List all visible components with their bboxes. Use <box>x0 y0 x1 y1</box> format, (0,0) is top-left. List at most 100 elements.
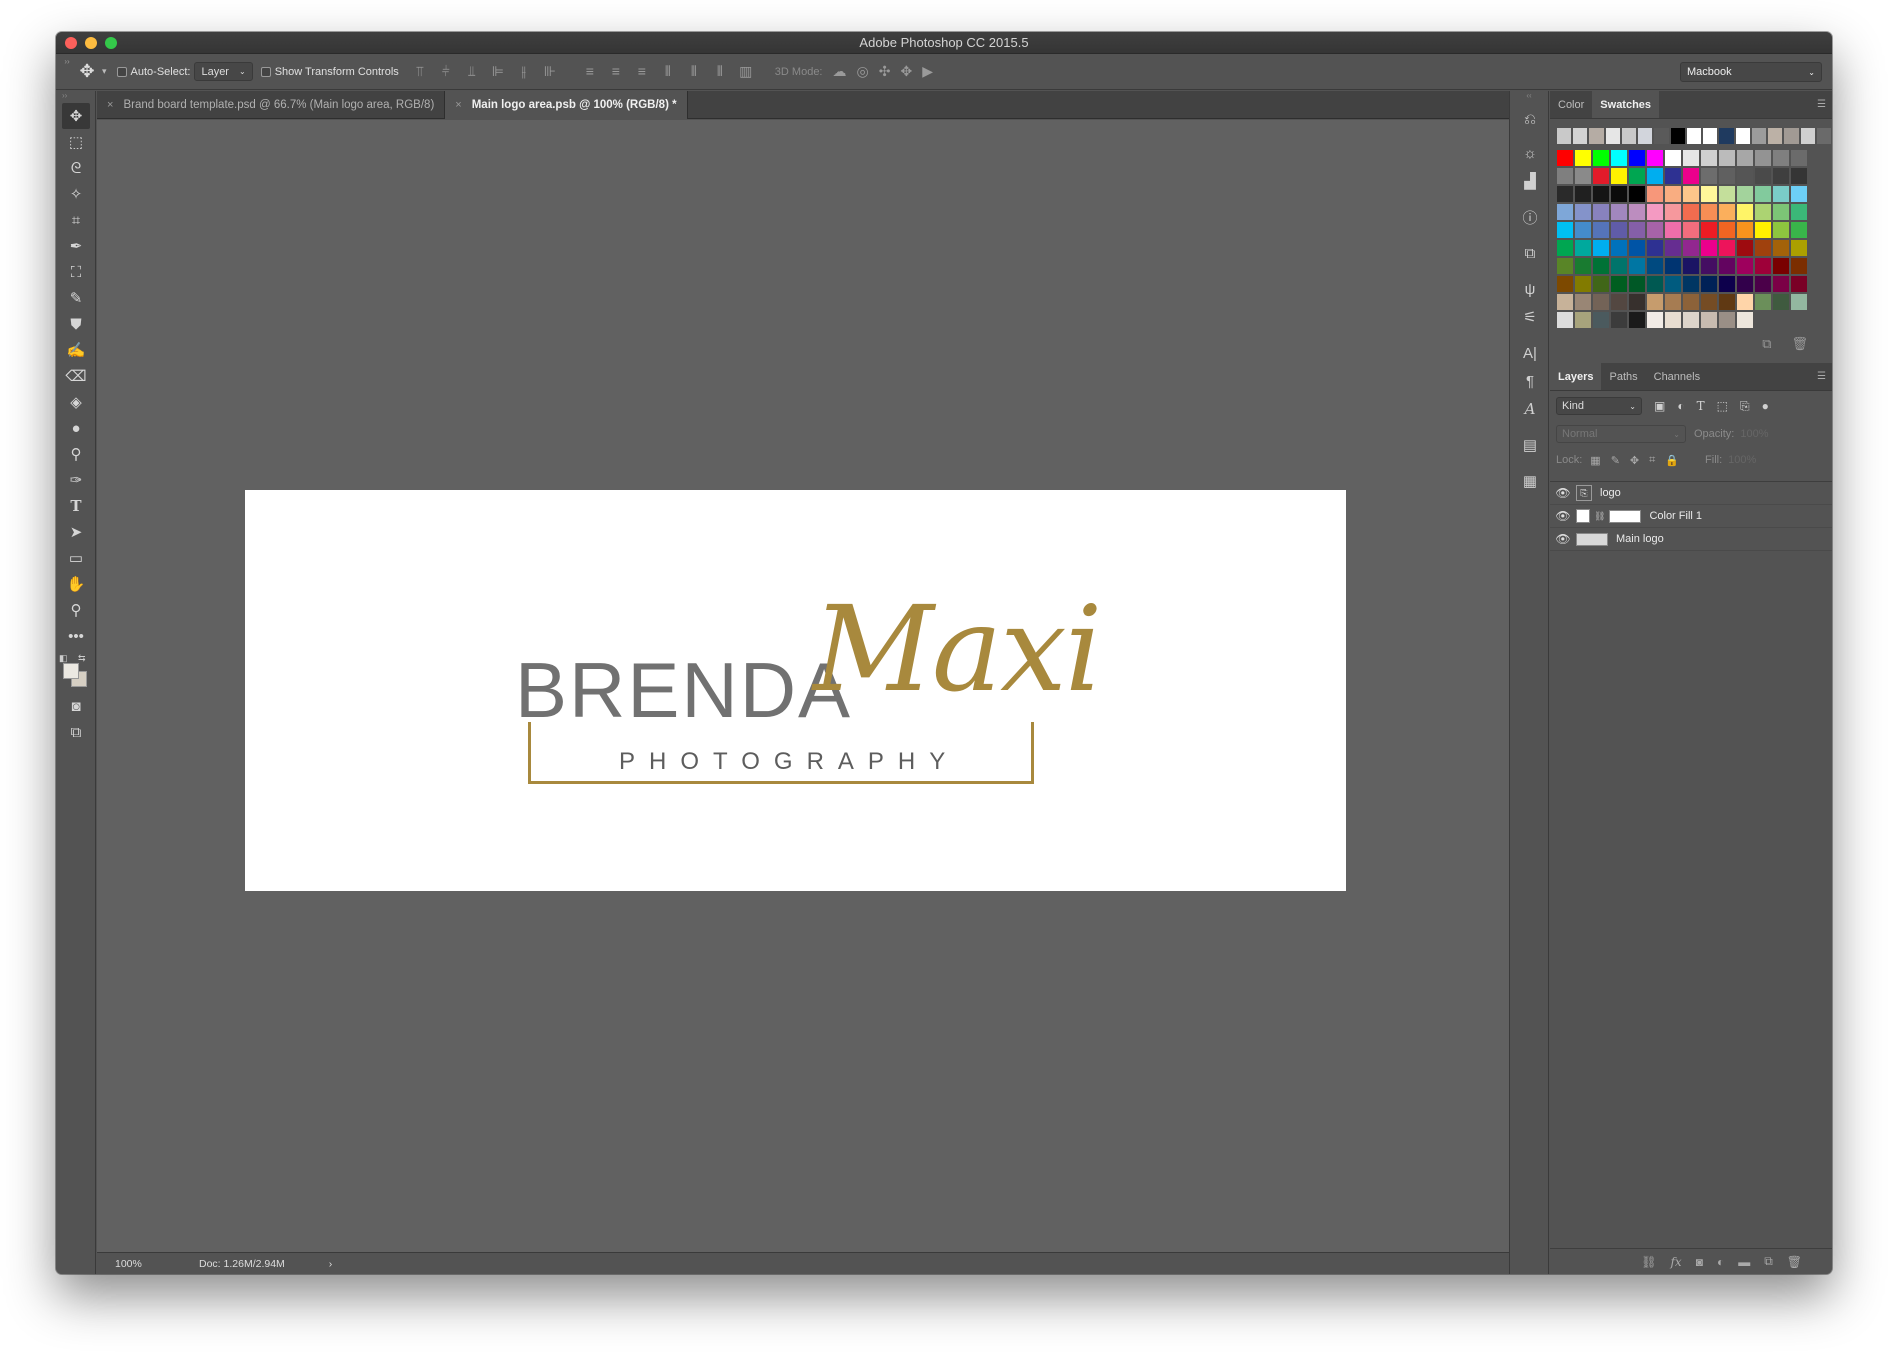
swatch[interactable] <box>1588 127 1605 145</box>
layer-row[interactable]: 👁 ⛓ Color Fill 1 <box>1550 505 1832 528</box>
swatch[interactable] <box>1610 275 1628 293</box>
swatch[interactable] <box>1556 311 1574 329</box>
swatch[interactable] <box>1736 203 1754 221</box>
new-layer-icon[interactable]: ⧉ <box>1764 1254 1773 1269</box>
panel-menu-icon[interactable]: ☰ <box>1817 371 1826 382</box>
character-panel-icon[interactable]: A| <box>1510 339 1550 367</box>
adjustments-panel-icon[interactable]: ▦ <box>1510 467 1550 495</box>
swatch[interactable] <box>1628 311 1646 329</box>
document-tab[interactable]: × Brand board template.psd @ 66.7% (Main… <box>97 91 446 119</box>
swatch[interactable] <box>1700 239 1718 257</box>
visibility-eye-icon[interactable]: 👁 <box>1550 486 1576 500</box>
distribute-left-icon[interactable]: ⦀ <box>659 63 677 80</box>
glyphs-panel-icon[interactable]: A <box>1510 395 1550 423</box>
swatch[interactable] <box>1646 221 1664 239</box>
new-group-icon[interactable]: ▬ <box>1738 1255 1750 1269</box>
swatch[interactable] <box>1628 275 1646 293</box>
swatch[interactable] <box>1628 167 1646 185</box>
align-right-icon[interactable]: ⊪ <box>541 63 559 80</box>
swatch[interactable] <box>1646 257 1664 275</box>
swatch[interactable] <box>1682 221 1700 239</box>
swatch[interactable] <box>1556 239 1574 257</box>
close-tab-icon[interactable]: × <box>107 99 113 111</box>
swatch[interactable] <box>1556 149 1574 167</box>
swatch[interactable] <box>1700 275 1718 293</box>
move-tool-preset-icon[interactable]: ✥ <box>72 61 102 82</box>
swatch[interactable] <box>1574 239 1592 257</box>
swatch[interactable] <box>1783 127 1800 145</box>
swatch[interactable] <box>1790 221 1808 239</box>
swatch[interactable] <box>1664 257 1682 275</box>
swatch[interactable] <box>1700 293 1718 311</box>
lock-artboard-icon[interactable]: ⌗ <box>1649 454 1655 467</box>
filter-kind-dropdown[interactable]: Kind ⌄ <box>1556 397 1642 415</box>
swatch[interactable] <box>1718 221 1736 239</box>
swatch[interactable] <box>1592 239 1610 257</box>
swatch[interactable] <box>1572 127 1589 145</box>
swatch[interactable] <box>1556 203 1574 221</box>
swatch[interactable] <box>1772 275 1790 293</box>
filter-shape-icon[interactable]: ⬚ <box>1717 399 1728 413</box>
eyedropper-tool-icon[interactable]: ✒ <box>56 233 96 259</box>
swatch[interactable] <box>1736 311 1754 329</box>
swatch[interactable] <box>1754 275 1772 293</box>
swatch[interactable] <box>1772 257 1790 275</box>
swatch[interactable] <box>1556 293 1574 311</box>
distribute-horizontal-center-icon[interactable]: ⦀ <box>685 63 703 80</box>
auto-select-checkbox[interactable] <box>116 66 127 77</box>
swatch[interactable] <box>1700 167 1718 185</box>
swatch[interactable] <box>1702 127 1719 145</box>
clone-stamp-tool-icon[interactable]: ⛊ <box>56 311 96 337</box>
delete-swatch-icon[interactable]: 🗑 <box>1791 336 1808 352</box>
swatch[interactable] <box>1664 185 1682 203</box>
swatch[interactable] <box>1754 149 1772 167</box>
layer-style-icon[interactable]: fx <box>1670 1255 1681 1269</box>
3d-pan-icon[interactable]: ✣ <box>879 63 891 80</box>
close-window-button[interactable] <box>65 37 77 49</box>
swatch[interactable] <box>1685 127 1703 145</box>
dock-collapse-icon[interactable]: ‹‹ <box>1510 91 1548 105</box>
swatch[interactable] <box>1610 149 1628 167</box>
swatch[interactable] <box>1574 167 1592 185</box>
minimize-window-button[interactable] <box>85 37 97 49</box>
info-panel-icon[interactable]: ⓘ <box>1510 203 1550 231</box>
swatch[interactable] <box>1790 203 1808 221</box>
swatch[interactable] <box>1628 257 1646 275</box>
swatch[interactable] <box>1664 221 1682 239</box>
swatch[interactable] <box>1815 127 1832 145</box>
swatch[interactable] <box>1574 275 1592 293</box>
document-canvas[interactable]: BRENDA Maxi PHOTOGRAPHY <box>245 490 1346 891</box>
swatch[interactable] <box>1736 149 1754 167</box>
swatch[interactable] <box>1628 203 1646 221</box>
eraser-tool-icon[interactable]: ⌫ <box>56 363 96 389</box>
swatch[interactable] <box>1646 239 1664 257</box>
3d-scale-icon[interactable]: ▶ <box>922 63 933 80</box>
swatch[interactable] <box>1682 167 1700 185</box>
swatch[interactable] <box>1718 311 1736 329</box>
swatch[interactable] <box>1592 149 1610 167</box>
swatch[interactable] <box>1718 293 1736 311</box>
swatch[interactable] <box>1790 239 1808 257</box>
swatch[interactable] <box>1754 221 1772 239</box>
filter-toggle-icon[interactable]: ● <box>1762 399 1769 413</box>
filter-adjustment-icon[interactable]: ◐ <box>1677 399 1684 413</box>
swatch[interactable] <box>1592 311 1610 329</box>
3d-orbit-icon[interactable]: ☁ <box>833 63 847 80</box>
swatch[interactable] <box>1754 203 1772 221</box>
swatch[interactable] <box>1718 149 1736 167</box>
swatch[interactable] <box>1637 127 1654 145</box>
link-layers-icon[interactable]: ⛓ <box>1641 1255 1656 1269</box>
swatch[interactable] <box>1682 293 1700 311</box>
auto-select-dropdown[interactable]: Layer ⌄ <box>194 62 253 81</box>
swatch[interactable] <box>1610 293 1628 311</box>
3d-roll-icon[interactable]: ◎ <box>857 63 869 80</box>
brush-tool-icon[interactable]: ✎ <box>56 285 96 311</box>
paint-bucket-tool-icon[interactable]: ◈ <box>56 389 96 415</box>
swatch[interactable] <box>1610 167 1628 185</box>
crop-tool-icon[interactable]: ⌗ <box>56 207 96 233</box>
swatch[interactable] <box>1592 257 1610 275</box>
zoom-tool-icon[interactable]: ⚲ <box>56 597 96 623</box>
swatch[interactable] <box>1556 221 1574 239</box>
swatch[interactable] <box>1574 221 1592 239</box>
swatch[interactable] <box>1700 221 1718 239</box>
